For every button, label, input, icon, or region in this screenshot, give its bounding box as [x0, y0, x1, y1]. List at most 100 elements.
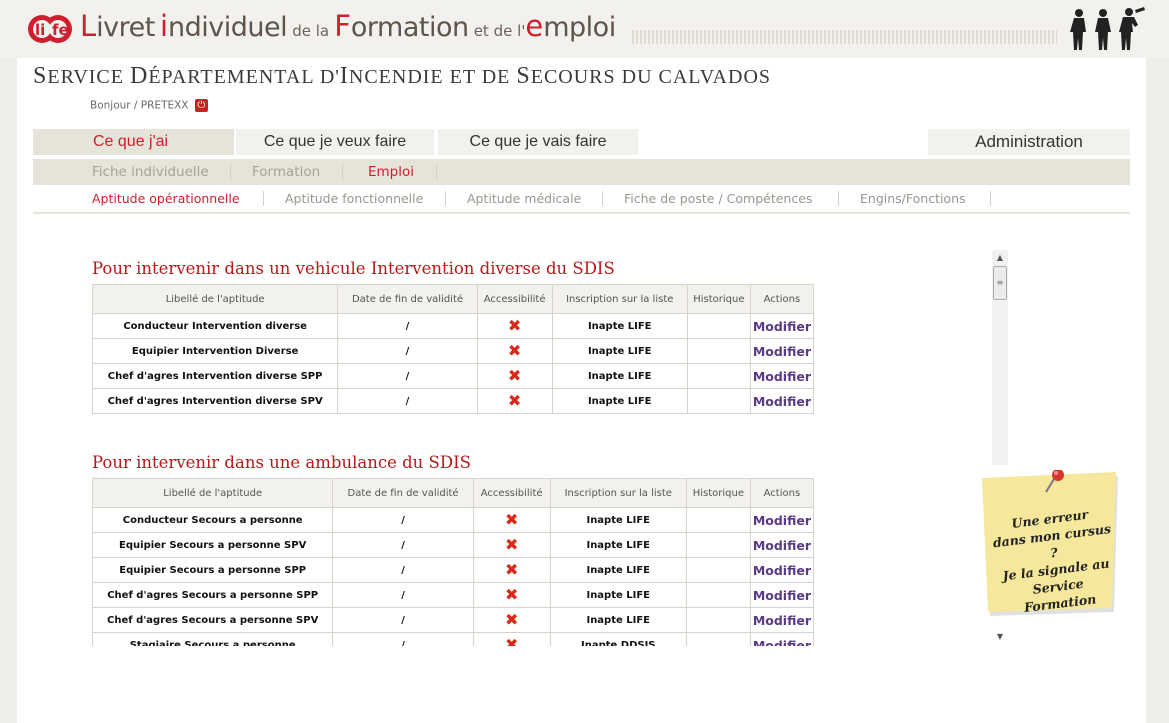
org-title-part: ECOURS DU CALVADOS: [530, 66, 772, 88]
cell-history: [686, 388, 751, 414]
cell-label: Chef d'agres Intervention diverse SPV: [91, 388, 339, 414]
modifier-link[interactable]: Modifier: [749, 507, 814, 533]
aptnav-separator: [263, 191, 264, 206]
col-header-inscription: Inscription sur la liste: [551, 284, 688, 314]
modifier-link[interactable]: Modifier: [749, 632, 814, 646]
table-row: Conducteur Secours a personne / ✖ Inapte…: [92, 507, 814, 533]
aptnav-separator: [990, 191, 991, 206]
cell-label: Conducteur Secours a personne: [92, 507, 334, 533]
cell-history: [686, 338, 751, 364]
cell-history: [686, 363, 751, 389]
cell-date: /: [337, 338, 478, 364]
aptnav-medicale[interactable]: Aptitude médicale: [467, 191, 581, 206]
greeting-text: Bonjour / PRETEXX: [90, 99, 189, 112]
tab-ce-que-je-veux-faire[interactable]: Ce que je veux faire: [236, 129, 434, 155]
table-row: Chef d'agres Intervention diverse SPP / …: [91, 363, 815, 389]
col-header-actions: Actions: [749, 284, 815, 314]
org-title-part: S: [33, 63, 48, 89]
cell-accessibility: ✖: [472, 557, 551, 583]
subnav-emploi[interactable]: Emploi: [368, 164, 414, 180]
col-header-libelle: Libellé de l'aptitude: [91, 284, 339, 314]
aptnav-fonctionnelle[interactable]: Aptitude fonctionnelle: [285, 191, 423, 206]
firemen-icon: [1070, 7, 1145, 50]
banner-word: F: [334, 9, 351, 43]
cell-label: Chef d'agres Secours a personne SPV: [92, 607, 334, 633]
modifier-link[interactable]: Modifier: [749, 607, 814, 633]
cell-status: Inapte LIFE: [549, 607, 687, 633]
org-title-part: NCENDIE ET DE: [348, 66, 517, 88]
cell-label: Conducteur Intervention diverse: [91, 313, 339, 339]
subnav-formation[interactable]: Formation: [252, 164, 320, 180]
aptnav-separator: [445, 191, 446, 206]
aptnav-fiche-de-poste[interactable]: Fiche de poste / Compétences: [624, 191, 812, 206]
cell-status: Inapte LIFE: [549, 532, 687, 558]
aptnav-separator: [602, 191, 603, 206]
page: li fe Livret individuel de la Formation …: [0, 0, 1169, 723]
aptitude-table: Libellé de l'aptitude Date de fin de val…: [92, 478, 814, 646]
modifier-link[interactable]: Modifier: [749, 388, 815, 414]
table-row: Chef d'agres Intervention diverse SPV / …: [91, 388, 815, 414]
cell-accessibility: ✖: [472, 582, 551, 608]
scroll-up-arrow-icon[interactable]: ▲: [994, 252, 1006, 264]
aptnav-operationnelle[interactable]: Aptitude opérationnelle: [92, 191, 240, 206]
cell-history: [685, 507, 751, 533]
org-title-part: ERVICE: [47, 66, 130, 88]
table-row: Equipier Intervention Diverse / ✖ Inapte…: [91, 338, 815, 364]
col-header-inscription: Inscription sur la liste: [549, 478, 687, 508]
banner-title: Livret individuel de la Formation et de …: [80, 9, 616, 43]
cell-status: Inapte LIFE: [551, 363, 688, 389]
subnav-separator: [230, 163, 231, 181]
red-x-icon: ✖: [507, 316, 522, 335]
banner-word: i: [159, 9, 169, 43]
org-title-part: I: [339, 63, 349, 89]
cell-history: [685, 582, 751, 608]
cell-accessibility: ✖: [476, 363, 553, 389]
red-x-icon: ✖: [504, 610, 519, 629]
modifier-link[interactable]: Modifier: [749, 363, 815, 389]
table-viewport: Libellé de l'aptitude Date de fin de val…: [92, 478, 814, 646]
cell-date: /: [332, 632, 474, 646]
table-header-row: Libellé de l'aptitude Date de fin de val…: [91, 284, 815, 314]
cell-date: /: [332, 507, 474, 533]
cell-label: Equipier Secours a personne SPP: [92, 557, 334, 583]
tab-ce-que-j-ai[interactable]: Ce que j'ai: [33, 129, 234, 155]
banner: li fe Livret individuel de la Formation …: [0, 0, 1169, 58]
modifier-link[interactable]: Modifier: [749, 582, 814, 608]
org-title-part: S: [516, 63, 531, 89]
logout-power-icon[interactable]: ⏻: [194, 99, 208, 112]
cell-accessibility: ✖: [476, 313, 553, 339]
subnav-separator: [436, 163, 437, 181]
col-header-date: Date de fin de validité: [332, 478, 474, 508]
cell-date: /: [337, 363, 478, 389]
cell-accessibility: ✖: [472, 607, 551, 633]
red-x-icon: ✖: [504, 635, 519, 647]
modifier-link[interactable]: Modifier: [749, 313, 815, 339]
cell-date: /: [332, 607, 474, 633]
banner-word: mploi: [543, 12, 616, 43]
cell-date: /: [332, 582, 474, 608]
aptitude-table: Libellé de l'aptitude Date de fin de val…: [91, 284, 815, 414]
modifier-link[interactable]: Modifier: [749, 338, 815, 364]
cell-history: [685, 532, 751, 558]
cell-status: Inapte LIFE: [551, 313, 688, 339]
report-error-note[interactable]: Une erreur dans mon cursus ? Je la signa…: [986, 503, 1123, 620]
modifier-link[interactable]: Modifier: [749, 557, 814, 583]
scrollbar-thumb[interactable]: ≡: [993, 266, 1007, 300]
life-logo-icon: li fe: [28, 15, 72, 43]
cell-label: Chef d'agres Intervention diverse SPP: [91, 363, 339, 389]
subnav-fiche-individuelle[interactable]: Fiche individuelle: [92, 164, 209, 180]
banner-word: e: [525, 9, 544, 43]
banner-word: ormation: [350, 12, 469, 43]
tab-administration[interactable]: Administration: [928, 129, 1130, 155]
red-x-icon: ✖: [504, 585, 519, 604]
col-header-accessibilite: Accessibilité: [472, 478, 551, 508]
cell-history: [686, 313, 751, 339]
section-title: Pour intervenir dans un vehicule Interve…: [92, 259, 615, 278]
aptnav-engins-fonctions[interactable]: Engins/Fonctions: [860, 191, 966, 206]
modifier-link[interactable]: Modifier: [749, 532, 814, 558]
scroll-down-arrow-icon[interactable]: ▼: [994, 631, 1006, 643]
tab-ce-que-je-vais-faire[interactable]: Ce que je vais faire: [438, 129, 638, 155]
red-x-icon: ✖: [507, 366, 522, 385]
organization-title: SERVICE DÉPARTEMENTAL D'INCENDIE ET DE S…: [33, 63, 771, 90]
banner-stripes: [632, 30, 1057, 44]
